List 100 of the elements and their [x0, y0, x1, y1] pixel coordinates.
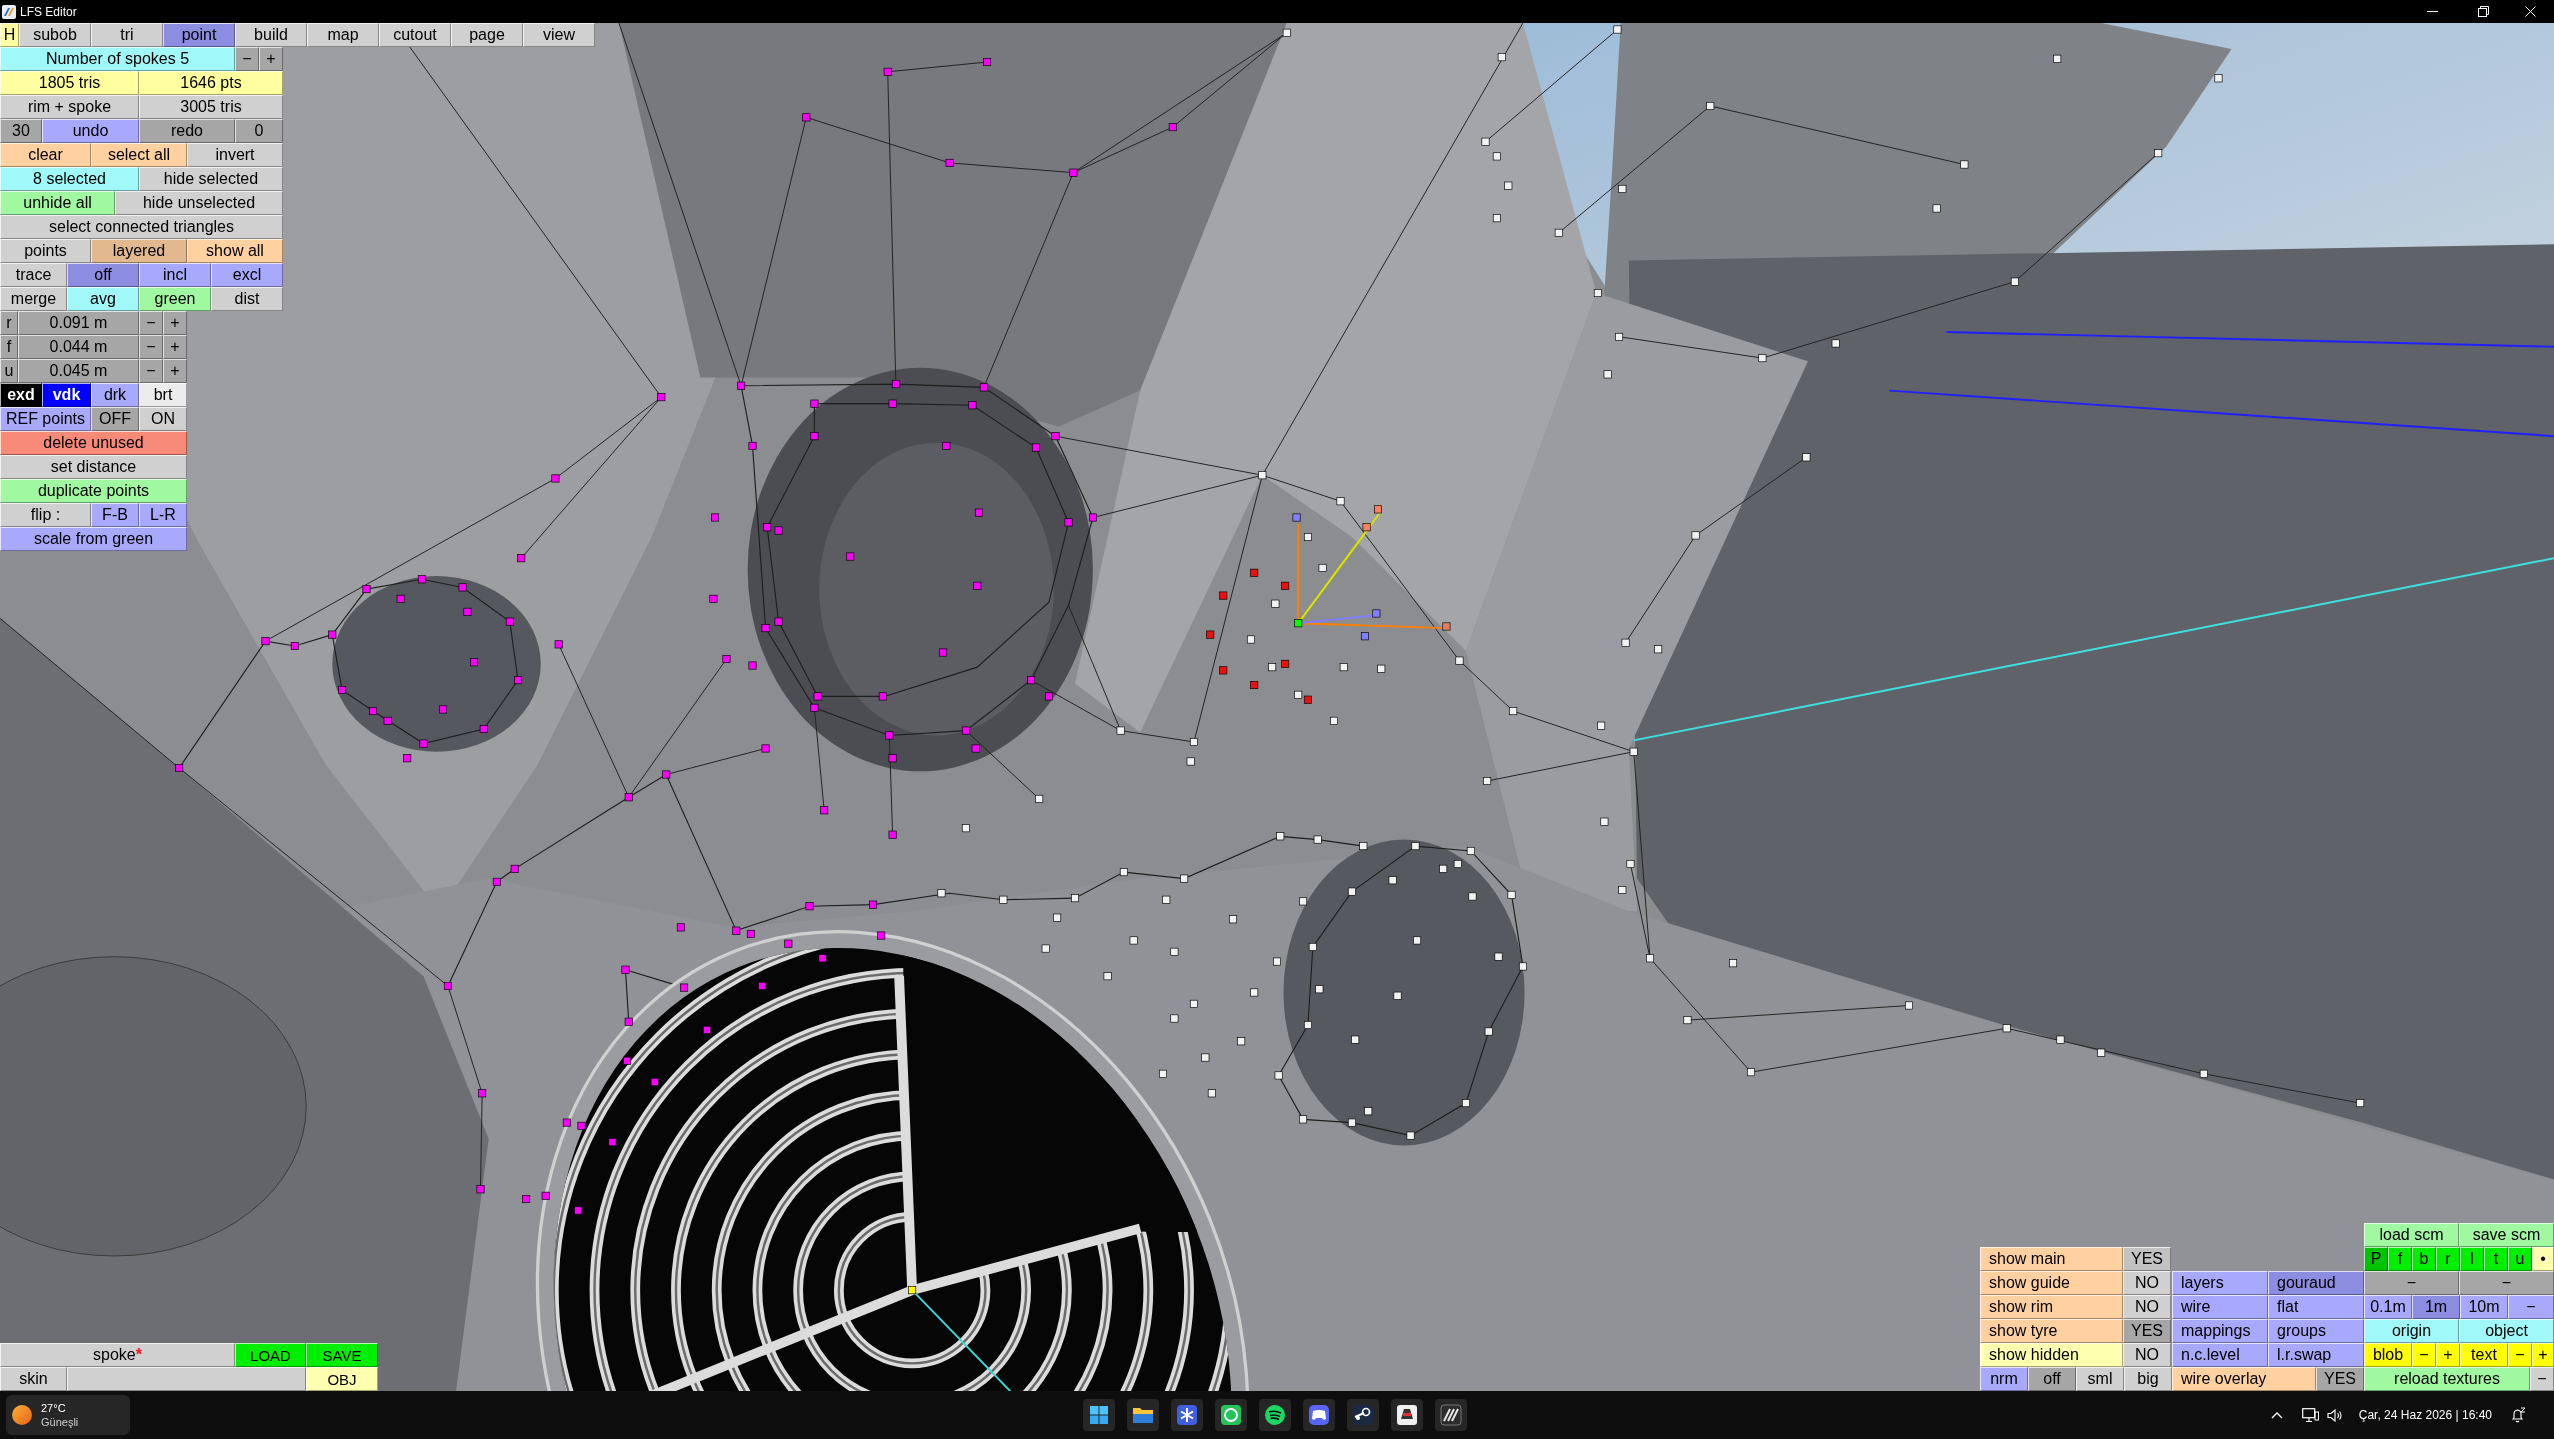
folder-icon[interactable]	[1127, 1399, 1159, 1431]
decrease-button[interactable]: −	[235, 47, 259, 71]
decrease-button[interactable]: −	[139, 335, 163, 359]
render-option-button[interactable]: l.r.swap	[2268, 1343, 2364, 1367]
save-button[interactable]: save scm	[2459, 1223, 2554, 1247]
points-button[interactable]: points	[0, 239, 91, 263]
average-button[interactable]: avg	[67, 287, 139, 311]
clear-button[interactable]: clear	[0, 143, 91, 167]
ring-tile-icon[interactable]	[1215, 1399, 1247, 1431]
view-button[interactable]: f	[2388, 1247, 2412, 1271]
grid-size-button[interactable]: 0.1m	[2364, 1295, 2412, 1319]
obj-export-button[interactable]: OBJ	[306, 1367, 378, 1391]
increase-button[interactable]: +	[163, 335, 187, 359]
speaker-icon[interactable]	[2326, 1408, 2342, 1422]
invert-button[interactable]: invert	[187, 143, 283, 167]
shade-button[interactable]: brt	[139, 383, 187, 407]
show-all-button[interactable]: show all	[187, 239, 283, 263]
decrease-button[interactable]: −	[139, 359, 163, 383]
distance-button[interactable]: dist	[211, 287, 283, 311]
trace-off-button[interactable]: off	[67, 263, 139, 287]
skin-button[interactable]: skin	[0, 1367, 67, 1391]
increase-button[interactable]: +	[2532, 1343, 2554, 1367]
view-button[interactable]: r	[2436, 1247, 2460, 1271]
value-field[interactable]: 0.044 m	[18, 335, 139, 359]
mode-tab[interactable]: tri	[91, 23, 163, 47]
option-value-button[interactable]: NO	[2123, 1343, 2171, 1367]
view-button[interactable]: u	[2508, 1247, 2532, 1271]
increase-button[interactable]: +	[259, 47, 283, 71]
render-option-button[interactable]: gouraud	[2268, 1271, 2364, 1295]
display-option-button[interactable]: show hidden	[1980, 1343, 2123, 1367]
empty-slot-button[interactable]: −	[2364, 1271, 2459, 1295]
render-option-button[interactable]: mappings	[2172, 1319, 2268, 1343]
shade-button[interactable]: exd	[0, 383, 42, 407]
mode-tab[interactable]: cutout	[379, 23, 451, 47]
render-option-button[interactable]: flat	[2268, 1295, 2364, 1319]
wire-overlay-button[interactable]: wire overlay	[2172, 1367, 2316, 1391]
point-size-button[interactable]: nrm	[1980, 1367, 2028, 1391]
text-button[interactable]: text	[2460, 1343, 2508, 1367]
skin-field[interactable]	[67, 1367, 306, 1391]
close-icon[interactable]	[2525, 6, 2536, 17]
option-value-button[interactable]: YES	[2316, 1367, 2364, 1391]
collapse-button[interactable]: −	[2530, 1367, 2554, 1391]
scale-button[interactable]: scale from green	[0, 527, 187, 551]
reload-textures-button[interactable]: reload textures	[2364, 1367, 2530, 1391]
duplicate-points-button[interactable]: duplicate points	[0, 479, 187, 503]
off-button[interactable]: OFF	[91, 407, 139, 431]
blob-button[interactable]: blob	[2364, 1343, 2412, 1367]
flip-button[interactable]: L-R	[139, 503, 187, 527]
select-connected-button[interactable]: select connected triangles	[0, 215, 283, 239]
unhide-all-button[interactable]: unhide all	[0, 191, 115, 215]
key-icon[interactable]	[1347, 1399, 1379, 1431]
weather-widget[interactable]: 27°C Güneşli	[6, 1395, 130, 1435]
load-button[interactable]: load scm	[2364, 1223, 2459, 1247]
mode-tab[interactable]: page	[451, 23, 523, 47]
grid-size-button[interactable]: 1m	[2412, 1295, 2460, 1319]
select-all-button[interactable]: select all	[91, 143, 187, 167]
load-button[interactable]: LOAD	[235, 1343, 306, 1367]
merge-target-button[interactable]: green	[139, 287, 211, 311]
render-option-button[interactable]: wire	[2172, 1295, 2268, 1319]
mode-tab[interactable]: map	[307, 23, 379, 47]
four-squares-icon[interactable]	[1083, 1399, 1115, 1431]
increase-button[interactable]: +	[163, 359, 187, 383]
redo-button[interactable]: redo	[139, 119, 235, 143]
view-button[interactable]: P	[2364, 1247, 2388, 1271]
monitor-icon[interactable]	[2301, 1407, 2319, 1423]
display-option-button[interactable]: show tyre	[1980, 1319, 2123, 1343]
delete-unused-button[interactable]: delete unused	[0, 431, 187, 455]
asterisk-tile-icon[interactable]	[1171, 1399, 1203, 1431]
render-option-button[interactable]: n.c.level	[2172, 1343, 2268, 1367]
trapezoid-tile-icon[interactable]	[1391, 1399, 1423, 1431]
increase-button[interactable]: +	[2436, 1343, 2460, 1367]
shade-button[interactable]: drk	[91, 383, 139, 407]
clock-text[interactable]: Çar, 24 Haz 2026 | 16:40	[2358, 1409, 2492, 1421]
value-field[interactable]: 0.091 m	[18, 311, 139, 335]
help-button[interactable]: H	[0, 23, 19, 47]
option-value-button[interactable]: YES	[2123, 1319, 2171, 1343]
mode-tab[interactable]: view	[523, 23, 595, 47]
option-value-button[interactable]: NO	[2123, 1271, 2171, 1295]
render-option-button[interactable]: layers	[2172, 1271, 2268, 1295]
view-button[interactable]: l	[2460, 1247, 2484, 1271]
display-option-button[interactable]: show main	[1980, 1247, 2123, 1271]
decrease-button[interactable]: −	[2412, 1343, 2436, 1367]
point-size-button[interactable]: off	[2028, 1367, 2076, 1391]
flip-button[interactable]: F-B	[91, 503, 139, 527]
value-field[interactable]: 0.045 m	[18, 359, 139, 383]
file-name-field[interactable]: spoke*	[0, 1343, 235, 1367]
chevron-up-icon[interactable]	[2270, 1411, 2283, 1419]
grid-size-button[interactable]: 10m	[2460, 1295, 2508, 1319]
render-option-button[interactable]: groups	[2268, 1319, 2364, 1343]
decrease-button[interactable]: −	[139, 311, 163, 335]
grid-off-button[interactable]: −	[2508, 1295, 2554, 1319]
on-button[interactable]: ON	[139, 407, 187, 431]
display-option-button[interactable]: show guide	[1980, 1271, 2123, 1295]
hide-selected-button[interactable]: hide selected	[139, 167, 283, 191]
object-button[interactable]: object	[2459, 1319, 2554, 1343]
view-button[interactable]: b	[2412, 1247, 2436, 1271]
exclude-button[interactable]: excl	[211, 263, 283, 287]
include-button[interactable]: incl	[139, 263, 211, 287]
display-option-button[interactable]: show rim	[1980, 1295, 2123, 1319]
hide-unselected-button[interactable]: hide unselected	[115, 191, 283, 215]
